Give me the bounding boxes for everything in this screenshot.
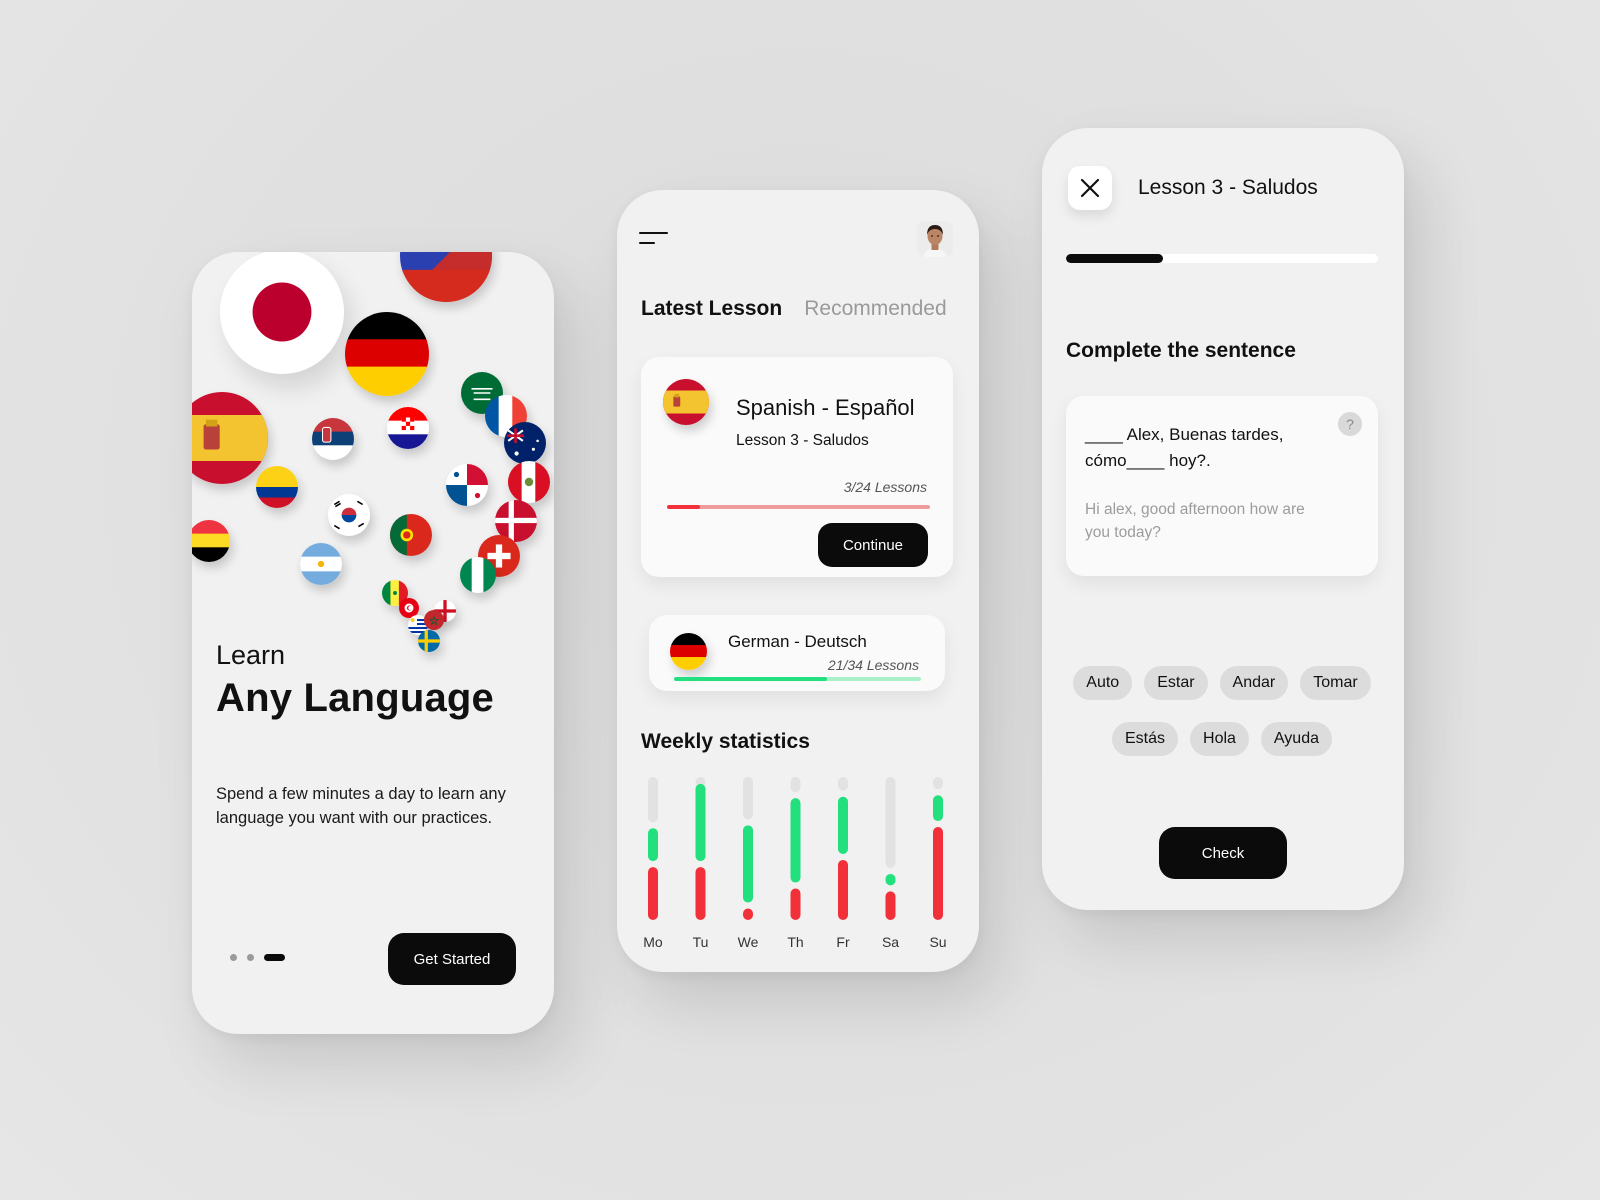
bar-track-sa	[885, 777, 896, 868]
bar-incorrect-fr	[838, 859, 848, 920]
sentence-text: ____ Alex, Buenas tardes, cómo____ hoy?.	[1085, 425, 1284, 470]
exercise-progress-fill	[1066, 254, 1163, 263]
day-label: Fr	[836, 934, 850, 950]
sentence-card: ? ____ Alex, Buenas tardes, cómo____ hoy…	[1066, 396, 1378, 576]
russia-flag-icon	[400, 252, 492, 302]
bar-track-fr	[838, 777, 848, 791]
bar-track-th	[790, 777, 801, 793]
exercise-title: Lesson 3 - Saludos	[1138, 176, 1318, 199]
exercise-heading: Complete the sentence	[1066, 339, 1296, 362]
spain-flag-icon	[663, 379, 709, 425]
bar-correct-th	[790, 798, 801, 883]
lesson-language: German - Deutsch	[728, 632, 867, 651]
bar-correct-sa	[885, 873, 896, 886]
pagination-dot[interactable]	[247, 954, 254, 961]
onboarding-title-small: Learn	[216, 640, 286, 670]
german-lesson-card[interactable]: German - Deutsch 21/34 Lessons	[649, 615, 945, 691]
lesson-progress-text: 21/34 Lessons	[827, 657, 919, 673]
bar-incorrect-su	[933, 827, 943, 920]
lesson-progress-bar	[674, 677, 921, 681]
tab-latest-lesson[interactable]: Latest Lesson	[641, 297, 782, 321]
check-button[interactable]: Check	[1159, 827, 1287, 879]
bar-correct-mo	[648, 828, 658, 862]
bar-incorrect-mo	[648, 867, 658, 920]
word-option[interactable]: Auto	[1073, 666, 1133, 700]
bar-incorrect-th	[790, 888, 801, 920]
bar-correct-su	[933, 795, 943, 822]
panama-flag-icon	[446, 464, 488, 506]
peru-flag-icon	[508, 461, 550, 503]
germany-flag-icon	[345, 312, 429, 396]
word-options: Auto Estar Andar Tomar Estás Hola Ayuda	[1066, 666, 1378, 756]
word-option[interactable]: Ayuda	[1260, 722, 1332, 756]
day-label: Th	[787, 934, 803, 950]
user-avatar[interactable]	[917, 221, 953, 257]
day-label: Mo	[643, 934, 663, 950]
bar-track-we	[743, 777, 753, 820]
close-button[interactable]	[1068, 166, 1112, 210]
day-label: We	[738, 934, 759, 950]
tab-recommended[interactable]: Recommended	[804, 297, 946, 321]
word-option[interactable]: Andar	[1219, 666, 1289, 700]
onboarding-title-large: Any Language	[216, 676, 494, 720]
bar-track-su	[933, 777, 943, 790]
bar-correct-we	[743, 825, 753, 903]
weekly-statistics-chart: Mo Tu We Th Fr Sa Su	[643, 777, 947, 950]
onboarding-screen: Learn Any Language Spend a few minutes a…	[192, 252, 554, 1034]
hamburger-menu-icon[interactable]	[639, 230, 671, 250]
nigeria-flag-icon	[460, 557, 496, 593]
exercise-screen: Lesson 3 - Saludos Complete the sentence…	[1042, 128, 1404, 910]
argentina-flag-icon	[300, 543, 342, 585]
word-option[interactable]: Estás	[1112, 722, 1179, 756]
day-label: Tu	[693, 934, 709, 950]
dashboard-screen: Latest Lesson Recommended Spanish - Espa…	[617, 190, 979, 972]
day-label: Su	[929, 934, 946, 950]
help-icon[interactable]: ?	[1338, 412, 1362, 436]
bar-incorrect-sa	[885, 891, 896, 920]
get-started-button[interactable]: Get Started	[388, 933, 516, 985]
latest-lesson-card[interactable]: Spanish - Español Lesson 3 - Saludos 3/2…	[641, 357, 953, 577]
bar-incorrect-we	[743, 908, 753, 920]
germany-flag-icon	[670, 633, 707, 670]
lesson-progress-fill	[667, 505, 700, 509]
bar-track-mo	[648, 777, 658, 823]
pagination-dots	[230, 954, 285, 961]
lesson-progress-text: 3/24 Lessons	[843, 479, 927, 495]
belgium-flag-icon	[192, 520, 230, 562]
japan-flag-icon	[220, 252, 344, 374]
serbia-flag-icon	[312, 418, 354, 460]
lesson-progress-bar	[667, 505, 930, 509]
weekly-statistics-title: Weekly statistics	[641, 730, 810, 753]
word-option[interactable]: Hola	[1190, 722, 1249, 756]
sweden-flag-icon	[418, 630, 440, 652]
translation-text: Hi alex, good afternoon how are you toda…	[1085, 501, 1305, 541]
bar-incorrect-tu	[695, 867, 706, 920]
bar-correct-fr	[838, 796, 848, 854]
morocco-flag-icon	[424, 610, 444, 630]
day-label: Sa	[882, 934, 899, 950]
word-option[interactable]: Estar	[1144, 666, 1208, 700]
colombia-flag-icon	[256, 466, 298, 508]
exercise-progress-bar	[1066, 254, 1378, 263]
lesson-progress-fill	[674, 677, 827, 681]
pagination-dot[interactable]	[230, 954, 237, 961]
lesson-tabs: Latest Lesson Recommended	[641, 297, 947, 321]
portugal-flag-icon	[390, 514, 432, 556]
onboarding-description: Spend a few minutes a day to learn any l…	[216, 785, 506, 827]
spain-flag-icon	[192, 392, 268, 484]
close-icon	[1080, 178, 1100, 198]
word-option[interactable]: Tomar	[1300, 666, 1371, 700]
south-korea-flag-icon	[328, 494, 370, 536]
lesson-language: Spanish - Español	[736, 395, 915, 420]
croatia-flag-icon	[387, 407, 429, 449]
continue-button[interactable]: Continue	[818, 523, 928, 567]
bar-correct-tu	[695, 783, 706, 862]
pagination-dot-active[interactable]	[264, 954, 285, 961]
australia-flag-icon	[504, 422, 546, 464]
lesson-name: Lesson 3 - Saludos	[736, 432, 869, 449]
